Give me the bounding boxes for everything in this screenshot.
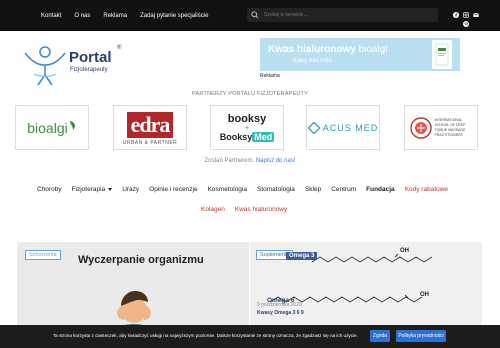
acus-logo-text: ACUS MED — [322, 122, 379, 133]
omega3-label: Omega 3 — [286, 252, 318, 260]
partner-cta: Zostań Partnerem. Napisz do nas! — [204, 158, 296, 164]
nav-stomatologia[interactable]: Stomatologia — [257, 186, 295, 193]
edra-logo-text: edra — [126, 111, 174, 138]
top-link-o-nas[interactable]: O nas — [74, 13, 90, 19]
top-link-reklama[interactable]: Reklama — [103, 13, 127, 19]
nav-sklep[interactable]: Sklep — [305, 186, 321, 193]
nav-kosmetologia[interactable]: Kosmetologia — [208, 186, 247, 193]
search-icon — [251, 11, 259, 19]
partner-bioalgi[interactable]: bioalgi — [15, 105, 89, 150]
nav-kolagen[interactable]: Kolagen — [201, 206, 225, 213]
ad-headline: Kwas hialuronowy bioalgi — [268, 44, 388, 55]
top-nav: Kontakt O nas Reklama Zadaj pytanie spec… — [41, 0, 208, 31]
privacy-policy-button[interactable]: Polityka prywatności — [396, 330, 446, 342]
booksy-logo-text: booksy — [227, 113, 267, 125]
nav-kody-rabatowe[interactable]: Kody rabatowe — [405, 186, 448, 193]
nav-choroby[interactable]: Choroby — [37, 186, 62, 193]
leaf-icon — [69, 120, 75, 130]
article-date: 9 października 2020 — [257, 302, 302, 308]
molecule-oh-bottom: OH — [420, 292, 429, 298]
logo-subtitle: Fizjoterapeuty — [70, 67, 108, 73]
email-icon[interactable] — [473, 5, 479, 17]
booksy-plus: + — [244, 125, 250, 132]
article-title[interactable]: Kwasy Omega 3 6 9 — [257, 310, 304, 316]
acus-diamond-icon — [307, 121, 320, 134]
partner-cta-link[interactable]: Napisz do nas! — [256, 158, 296, 164]
booksymed-logo-text: Booksy Med — [219, 132, 275, 142]
nav-urazy[interactable]: Urazy — [122, 186, 139, 193]
cookie-bar: Ta strona korzysta z ciasteczek, aby świ… — [0, 325, 500, 348]
pinterest-icon[interactable] — [463, 14, 469, 27]
iis-logo-text: INTERNATIONAL SCHOOL OF DEEP TISSUE MASS… — [434, 117, 466, 137]
molecule-oh-top: OH — [400, 248, 409, 254]
top-link-zadaj-pytanie[interactable]: Zadaj pytanie specjaliście — [140, 13, 208, 19]
search-input[interactable] — [264, 12, 414, 18]
facebook-icon[interactable] — [453, 5, 459, 18]
ad-product-image — [432, 40, 452, 69]
top-bar: Kontakt O nas Reklama Zadaj pytanie spec… — [0, 0, 500, 31]
ad-tagline: stawy bez bólu — [292, 58, 332, 64]
partner-booksy[interactable]: booksy + Booksy Med — [210, 105, 284, 150]
logo-word: Portal — [69, 49, 112, 66]
partner-iis[interactable]: INTERNATIONAL SCHOOL OF DEEP TISSUE MASS… — [404, 105, 478, 150]
partner-acus-med[interactable]: ACUS MED — [306, 105, 380, 150]
social-icons — [453, 5, 483, 27]
ad-banner[interactable]: Kwas hialuronowy bioalgi stawy bez bólu — [260, 38, 460, 71]
ad-label: Reklama — [260, 73, 280, 79]
article-title[interactable]: Wyczerpanie organizmu — [78, 254, 204, 266]
nav-kwas-hialuronowy[interactable]: Kwas hialuronowy — [235, 206, 287, 213]
nav-centrum[interactable]: Centrum — [331, 186, 356, 193]
partners-title: PARTNERZY PORTALU FIZJOTERAPEUTY — [192, 91, 308, 97]
logo-figure-icon — [24, 46, 66, 86]
category-tag[interactable]: Schorzenia — [25, 250, 61, 260]
partner-edra[interactable]: edra URBAN & PARTNER — [113, 105, 187, 150]
cookie-text: Ta strona korzysta z ciasteczek, aby świ… — [53, 333, 358, 338]
top-link-kontakt[interactable]: Kontakt — [41, 13, 61, 19]
nav-opinie[interactable]: Opinie i recenzje — [149, 186, 197, 193]
bioalgi-logo-text: bioalgi — [27, 119, 68, 136]
portal-logo[interactable]: Portal ® Fizjoterapeuty — [22, 43, 126, 88]
cookie-accept-button[interactable]: Zgoda — [370, 330, 390, 342]
instagram-icon[interactable] — [463, 5, 469, 18]
nav-fundacja[interactable]: Fundacja — [366, 186, 395, 193]
edra-subtitle: URBAN & PARTNER — [122, 140, 178, 146]
nav-fizjoterapia[interactable]: Fizjoterapia — [72, 186, 113, 193]
search-box[interactable] — [247, 8, 438, 22]
iis-emblem-icon — [409, 116, 432, 139]
chevron-down-icon — [108, 187, 113, 191]
logo-registered: ® — [117, 45, 122, 51]
